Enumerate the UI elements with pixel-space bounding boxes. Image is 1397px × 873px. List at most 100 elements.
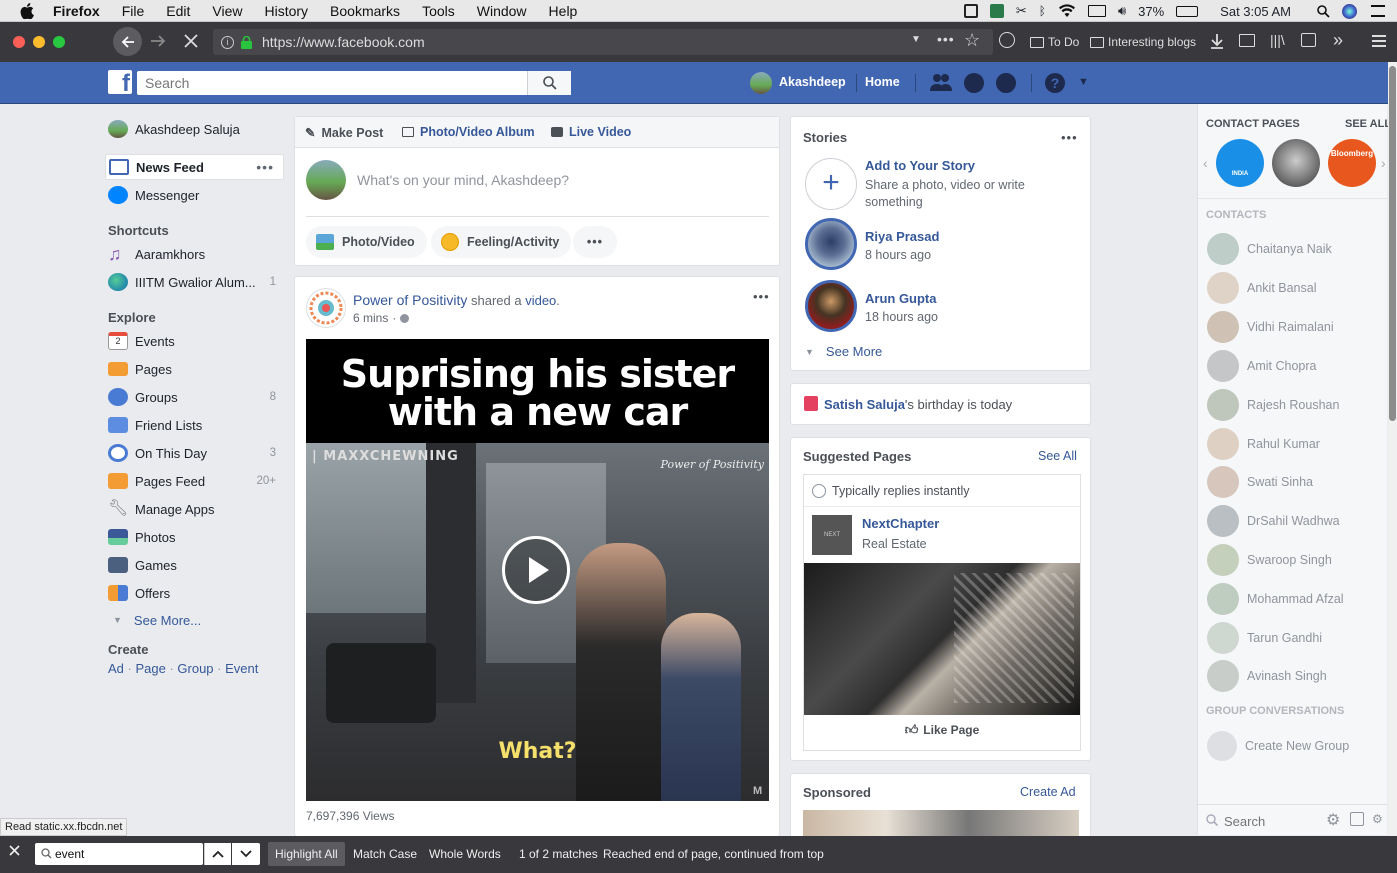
add-story-title[interactable]: Add to Your Story: [865, 158, 975, 173]
explore-groups[interactable]: Groups 8: [105, 384, 285, 410]
story-avatar-arun[interactable]: [805, 280, 857, 332]
contact-item[interactable]: Amit Chopra: [1207, 350, 1316, 382]
explore-games[interactable]: Games: [105, 552, 285, 578]
explore-manage-apps[interactable]: 🔧︎ Manage Apps: [105, 496, 285, 522]
facebook-search-input[interactable]: [137, 71, 571, 95]
post-page-name[interactable]: Power of Positivity: [353, 292, 467, 308]
post-time[interactable]: 6 mins: [353, 311, 388, 325]
explore-offers[interactable]: Offers: [105, 580, 285, 606]
menu-edit[interactable]: Edit: [155, 3, 201, 19]
nav-messenger[interactable]: Messenger: [105, 182, 285, 208]
post-options-icon[interactable]: •••: [753, 289, 770, 304]
menubar-app-icon[interactable]: [963, 4, 978, 18]
stories-see-more[interactable]: ▼ See More: [805, 344, 882, 359]
menu-tools[interactable]: Tools: [411, 3, 466, 19]
video-player[interactable]: Suprising his sister with a new car | MA…: [306, 339, 769, 801]
contact-item[interactable]: Chaitanya Naik: [1207, 233, 1332, 265]
scissors-icon[interactable]: ✂: [1016, 3, 1027, 19]
chat-settings-gear-icon[interactable]: ⚙: [1326, 810, 1340, 830]
birthday-name[interactable]: Satish Saluja: [824, 397, 905, 412]
hamburger-menu-icon[interactable]: [1372, 35, 1386, 47]
contact-item[interactable]: DrSahil Wadhwa: [1207, 505, 1340, 537]
like-page-button[interactable]: 👍︎ Like Page: [804, 722, 1080, 738]
page-actions-icon[interactable]: •••: [937, 31, 955, 47]
stories-options-icon[interactable]: •••: [1061, 130, 1078, 145]
clock[interactable]: Sat 3:05 AM: [1220, 4, 1291, 19]
zoom-window-button[interactable]: [53, 36, 65, 48]
explore-events[interactable]: 2 Events: [105, 328, 285, 354]
find-input-box[interactable]: event: [35, 843, 203, 865]
url-text[interactable]: https://www.facebook.com: [262, 34, 425, 50]
search-button[interactable]: [527, 71, 571, 95]
find-close-icon[interactable]: [9, 845, 20, 856]
shortcut-iiitm[interactable]: IIITM Gwalior Alum... 1: [105, 269, 285, 295]
public-globe-icon[interactable]: [400, 313, 410, 323]
explore-on-this-day[interactable]: On This Day 3: [105, 440, 285, 466]
create-new-group-button[interactable]: Create New Group: [1207, 730, 1349, 762]
contact-item[interactable]: Swati Sinha: [1207, 466, 1313, 498]
library-icon[interactable]: |||\: [1270, 32, 1285, 48]
back-button[interactable]: [113, 27, 142, 56]
match-case-toggle[interactable]: Match Case: [346, 842, 424, 866]
overflow-chevron-icon[interactable]: »: [1333, 30, 1343, 51]
menu-file[interactable]: File: [111, 3, 156, 19]
airplay-icon[interactable]: [1087, 5, 1106, 17]
contact-page-portrait[interactable]: [1272, 139, 1320, 187]
post-video-link[interactable]: video: [525, 293, 556, 308]
bluetooth-icon[interactable]: ᛒ: [1039, 4, 1046, 18]
friend-requests-icon[interactable]: [930, 73, 952, 91]
apple-icon[interactable]: [0, 2, 42, 19]
create-ad-link[interactable]: Ad: [108, 661, 124, 676]
contact-page-india[interactable]: INDIA: [1216, 139, 1264, 187]
create-group-link[interactable]: Group: [177, 661, 213, 676]
forward-button[interactable]: [150, 34, 166, 48]
reader-view-icon[interactable]: [1239, 34, 1255, 47]
nextchapter-logo[interactable]: NEXT: [812, 515, 852, 555]
find-next-button[interactable]: [232, 843, 260, 865]
feeling-activity-button[interactable]: Feeling/Activity: [431, 226, 572, 258]
spotlight-icon[interactable]: [1317, 4, 1330, 18]
see-more-link[interactable]: ▼ See More...: [105, 607, 285, 633]
contact-item[interactable]: Rajesh Roushan: [1207, 389, 1339, 421]
find-previous-button[interactable]: [204, 843, 231, 865]
account-dropdown-icon[interactable]: ▼: [1078, 76, 1089, 88]
create-event-link[interactable]: Event: [225, 661, 258, 676]
siri-icon[interactable]: [1342, 3, 1357, 19]
profile-link[interactable]: Akashdeep: [779, 75, 846, 89]
play-button[interactable]: [502, 536, 570, 604]
contact-page-bloomberg[interactable]: Bloomberg: [1328, 139, 1376, 187]
photo-video-button[interactable]: Photo/Video: [306, 226, 427, 258]
profile-nav-item[interactable]: Akashdeep Saluja: [105, 116, 285, 142]
nav-news-feed[interactable]: News Feed •••: [105, 154, 284, 180]
tab-make-post[interactable]: ✎ Make Post: [305, 125, 383, 141]
facebook-logo-icon[interactable]: f: [108, 70, 132, 94]
menu-view[interactable]: View: [201, 3, 253, 19]
battery-icon[interactable]: [1176, 5, 1199, 17]
shortcut-aaramkhors[interactable]: ♫ Aaramkhors: [105, 241, 285, 267]
page-avatar[interactable]: [306, 288, 346, 328]
composer-input[interactable]: What's on your mind, Akashdeep?: [357, 172, 569, 188]
history-icon[interactable]: [999, 32, 1015, 48]
menu-bookmarks[interactable]: Bookmarks: [319, 3, 411, 19]
user-avatar[interactable]: [750, 72, 772, 94]
notifications-globe-icon[interactable]: [996, 73, 1016, 93]
menu-window[interactable]: Window: [466, 3, 538, 19]
chevron-left-icon[interactable]: ‹: [1203, 155, 1208, 171]
info-icon[interactable]: i: [221, 35, 234, 49]
bookmark-todo[interactable]: To Do: [1030, 35, 1079, 49]
app-menu[interactable]: Firefox: [42, 3, 111, 19]
explore-pages[interactable]: Pages: [105, 356, 285, 382]
scrollbar-thumb[interactable]: [1389, 66, 1396, 421]
wifi-icon[interactable]: [1058, 4, 1076, 18]
tab-live-video[interactable]: Live Video: [551, 125, 631, 139]
downloads-icon[interactable]: [1210, 33, 1224, 49]
bookmark-interesting-blogs[interactable]: Interesting blogs: [1090, 35, 1196, 49]
contact-item[interactable]: Vidhi Raimalani: [1207, 311, 1334, 343]
whole-words-toggle[interactable]: Whole Words: [422, 842, 508, 866]
menu-history[interactable]: History: [253, 3, 319, 19]
tab-photo-video-album[interactable]: Photo/Video Album: [402, 125, 535, 139]
bookmark-star-icon[interactable]: ☆: [964, 30, 980, 51]
new-message-icon[interactable]: [1350, 812, 1364, 826]
highlight-all-toggle[interactable]: Highlight All: [268, 842, 345, 866]
suggested-page-name[interactable]: NextChapter: [862, 516, 939, 531]
